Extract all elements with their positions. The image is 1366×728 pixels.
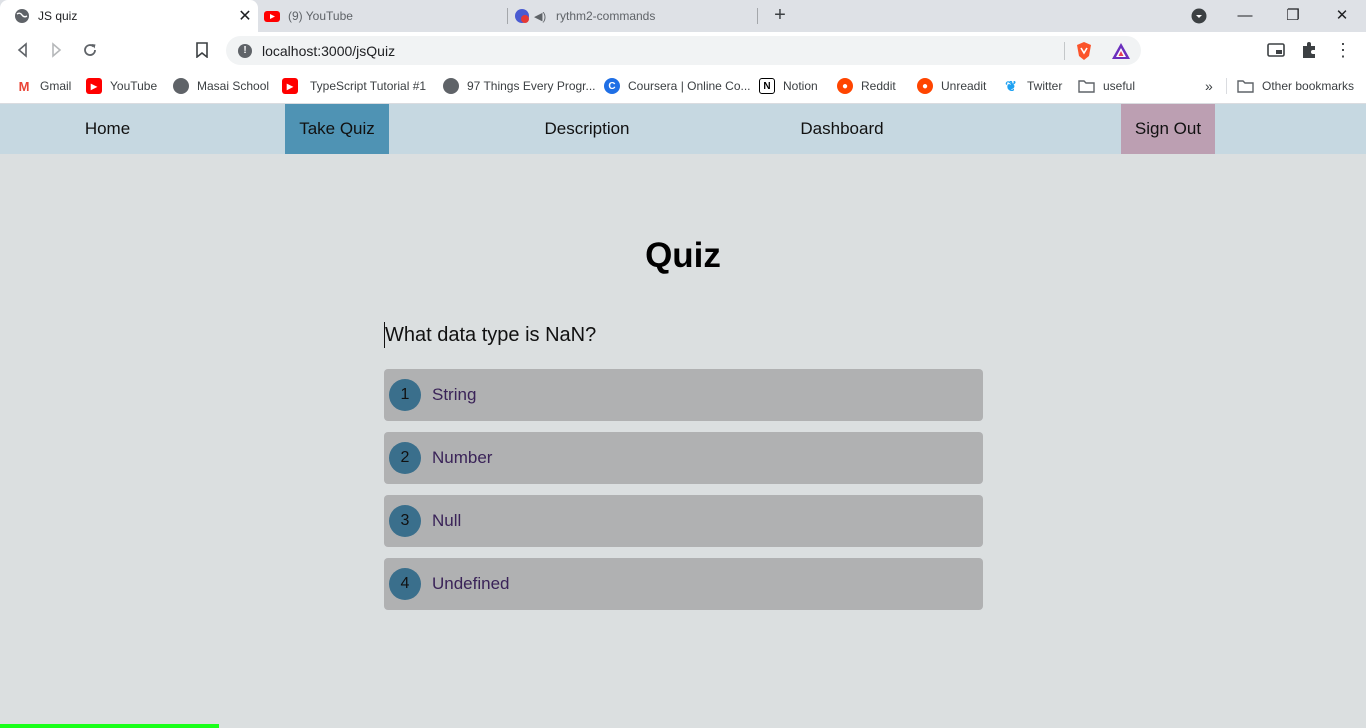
tab-strip: JS quiz ✕ (9) YouTube ◀) rythm2-commands… xyxy=(0,0,1366,32)
sign-out-button[interactable]: Sign Out xyxy=(1121,104,1215,154)
option-number: 1 xyxy=(389,379,421,411)
tab-title: (9) YouTube xyxy=(288,9,353,23)
omnibox-divider xyxy=(1064,41,1065,60)
tab-search-icon[interactable] xyxy=(1175,0,1223,32)
option-number: 3 xyxy=(389,505,421,537)
minimize-button[interactable]: — xyxy=(1221,0,1269,32)
bookmark-icon[interactable] xyxy=(190,38,214,62)
site-info-icon[interactable]: ! xyxy=(238,43,252,58)
url-text: localhost:3000/jsQuiz xyxy=(262,42,396,59)
youtube-icon xyxy=(264,11,280,22)
restore-button[interactable]: ❐ xyxy=(1269,0,1317,32)
option-number: 4 xyxy=(389,568,421,600)
more-bookmarks-button[interactable]: » xyxy=(1205,76,1213,96)
bookmark-label: Reddit xyxy=(861,79,896,93)
folder-icon xyxy=(1237,80,1254,93)
unreadit-icon: ● xyxy=(917,78,933,94)
answer-option[interactable]: 1 String xyxy=(384,369,983,421)
address-bar[interactable]: ! localhost:3000/jsQuiz xyxy=(226,36,1141,65)
bookmark-label: YouTube xyxy=(110,79,158,93)
bookmarks-bar: M Gmail ▶ YouTube Masai School ▶ TypeScr… xyxy=(0,69,1366,104)
bookmark-folder-useful[interactable]: useful xyxy=(1078,76,1135,96)
reload-icon[interactable] xyxy=(78,38,102,62)
tab-title: JS quiz xyxy=(38,9,78,23)
quiz-progress-bar xyxy=(0,724,219,728)
globe-icon xyxy=(443,78,459,94)
bookmark-label: Twitter xyxy=(1027,79,1063,93)
menu-kebab-icon[interactable]: ⋮ xyxy=(1331,38,1355,62)
forward-arrow-icon[interactable] xyxy=(44,38,68,62)
nav-home[interactable]: Home xyxy=(70,104,145,154)
youtube-icon: ▶ xyxy=(86,78,102,94)
bookmark-label: Coursera | Online Co... xyxy=(628,79,751,93)
bookmark-coursera[interactable]: C Coursera | Online Co... xyxy=(604,76,751,96)
gmail-icon: M xyxy=(16,78,32,94)
nav-dashboard[interactable]: Dashboard xyxy=(786,104,898,154)
brave-shield-icon[interactable] xyxy=(1075,41,1093,61)
bookmark-notion[interactable]: N Notion xyxy=(759,76,818,96)
bookmark-youtube[interactable]: ▶ YouTube xyxy=(86,76,157,96)
extensions-puzzle-icon[interactable] xyxy=(1297,38,1321,62)
question-text: What data type is NaN? xyxy=(384,322,597,348)
reddit-icon: ● xyxy=(837,78,853,94)
twitter-icon: ❦ xyxy=(1003,78,1019,94)
tab-divider xyxy=(757,8,758,24)
bookmark-label: useful xyxy=(1103,79,1136,93)
answer-option[interactable]: 4 Undefined xyxy=(384,558,983,610)
new-tab-button[interactable]: + xyxy=(768,4,792,28)
folder-icon xyxy=(1078,80,1095,93)
tab-js-quiz[interactable]: JS quiz ✕ xyxy=(0,0,258,32)
globe-icon xyxy=(15,9,29,23)
speaker-muted-icon[interactable]: ◀) xyxy=(534,10,550,23)
answer-option[interactable]: 3 Null xyxy=(384,495,983,547)
option-label: Undefined xyxy=(432,574,510,593)
picture-in-picture-icon[interactable] xyxy=(1264,38,1288,62)
bookmark-typescript-tutorial[interactable]: ▶ TypeScript Tutorial #1 xyxy=(282,76,426,96)
bookmarks-divider xyxy=(1226,78,1227,94)
bookmark-label: Notion xyxy=(783,79,818,93)
option-label: Number xyxy=(432,448,493,467)
option-label: String xyxy=(432,385,477,404)
bookmark-unreadit[interactable]: ● Unreadit xyxy=(917,76,986,96)
bookmark-label: Other bookmarks xyxy=(1262,79,1355,93)
option-number: 2 xyxy=(389,442,421,474)
notion-icon: N xyxy=(759,78,775,94)
bookmark-label: Unreadit xyxy=(941,79,987,93)
option-label: Null xyxy=(432,511,462,530)
bookmark-label: Masai School xyxy=(197,79,270,93)
close-window-button[interactable]: ✕ xyxy=(1318,0,1366,32)
bookmark-twitter[interactable]: ❦ Twitter xyxy=(1003,76,1062,96)
nav-take-quiz[interactable]: Take Quiz xyxy=(285,104,389,154)
browser-toolbar: ! localhost:3000/jsQuiz ⋮ xyxy=(0,32,1366,69)
app-navbar: Home Take Quiz Description Dashboard Sig… xyxy=(0,104,1366,154)
back-arrow-icon[interactable] xyxy=(11,38,35,62)
bookmark-gmail[interactable]: M Gmail xyxy=(16,76,71,96)
chrome-recording-icon xyxy=(515,9,529,23)
globe-icon xyxy=(173,78,189,94)
other-bookmarks-folder[interactable]: Other bookmarks xyxy=(1237,76,1354,96)
tab-rythm2-commands[interactable]: ◀) rythm2-commands xyxy=(500,0,758,32)
bookmark-label: 97 Things Every Progr... xyxy=(467,79,596,93)
bookmark-reddit[interactable]: ● Reddit xyxy=(837,76,896,96)
bookmark-masai-school[interactable]: Masai School xyxy=(173,76,269,96)
youtube-icon: ▶ xyxy=(282,78,298,94)
bookmark-label: TypeScript Tutorial #1 xyxy=(310,79,427,93)
page-title: Quiz xyxy=(645,236,721,275)
bookmark-97-things[interactable]: 97 Things Every Progr... xyxy=(443,76,596,96)
tab-youtube[interactable]: (9) YouTube xyxy=(250,0,508,32)
tab-title: rythm2-commands xyxy=(556,9,656,23)
coursera-icon: C xyxy=(604,78,620,94)
bookmark-label: Gmail xyxy=(40,79,72,93)
brave-rewards-icon[interactable] xyxy=(1111,42,1131,60)
nav-description[interactable]: Description xyxy=(530,104,644,154)
answer-option[interactable]: 2 Number xyxy=(384,432,983,484)
